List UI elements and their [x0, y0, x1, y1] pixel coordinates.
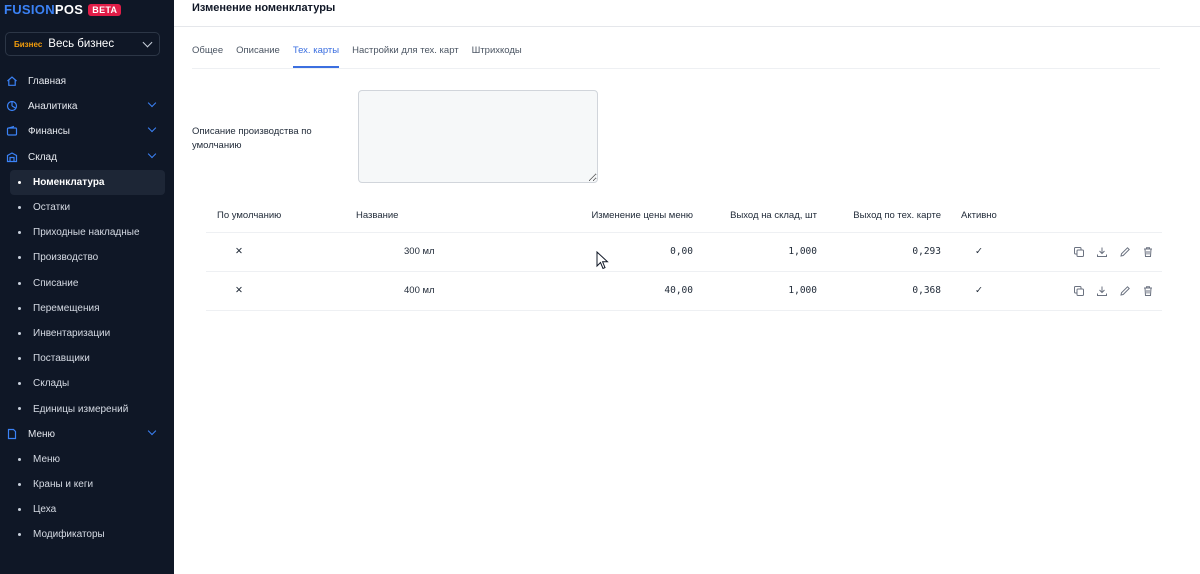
copy-icon[interactable]: [1073, 246, 1085, 258]
tech-cards-table: По умолчанию Название Изменение цены мен…: [206, 200, 1162, 311]
default-off-icon[interactable]: ✕: [206, 231, 356, 271]
sidebar-item-invoices[interactable]: Приходные накладные: [0, 220, 174, 245]
tab-barcodes[interactable]: Штрихкоды: [472, 44, 522, 68]
sidebar-item-writeoff[interactable]: Списание: [0, 271, 174, 296]
active-check-icon: ✓: [941, 231, 1021, 271]
sidebar-item-inventories[interactable]: Инвентаризации: [0, 321, 174, 346]
trash-icon[interactable]: [1142, 246, 1154, 258]
sidebar-item-nomenclature[interactable]: Номенклатура: [10, 169, 165, 195]
wallet-icon: [6, 126, 18, 136]
analytics-icon: [6, 101, 18, 112]
brand-name-part2: POS: [54, 2, 84, 17]
sidebar-item-menu-list[interactable]: Меню: [0, 447, 174, 472]
chevron-down-icon: [142, 37, 153, 48]
divider: [192, 68, 1160, 69]
brand-logo[interactable]: FUSIONPOS BETA: [4, 0, 174, 18]
column-header-actions: [1021, 200, 1162, 232]
sidebar-item-production[interactable]: Производство: [0, 245, 174, 270]
trash-icon[interactable]: [1142, 285, 1154, 297]
column-header-active[interactable]: Активно: [941, 200, 1021, 232]
table-header-row: По умолчанию Название Изменение цены мен…: [206, 200, 1162, 232]
row-actions: [1021, 285, 1162, 297]
price-change-value: 0,00: [536, 231, 693, 271]
brand-name-part1: FUSION: [4, 2, 55, 17]
column-header-price-change[interactable]: Изменение цены меню: [536, 200, 693, 232]
sidebar-item-transfers[interactable]: Перемещения: [0, 296, 174, 321]
download-icon[interactable]: [1096, 285, 1108, 297]
sidebar-item-menu[interactable]: Меню: [0, 422, 174, 447]
column-header-warehouse-out[interactable]: Выход на склад, шт: [693, 200, 817, 232]
table-row[interactable]: ✕ 400 мл 40,00 1,000 0,368 ✓: [206, 270, 1162, 311]
sidebar-item-stock[interactable]: Остатки: [0, 195, 174, 220]
download-icon[interactable]: [1096, 246, 1108, 258]
edit-icon[interactable]: [1119, 285, 1131, 297]
sidebar-item-workshops[interactable]: Цеха: [0, 497, 174, 522]
table-row[interactable]: ✕ 300 мл 0,00 1,000 0,293 ✓: [206, 231, 1162, 271]
home-icon: [7, 76, 17, 86]
production-description-label: Описание производства по умолчанию: [192, 126, 312, 151]
sidebar: FUSIONPOS BETA Бизнес Весь бизнес Главна…: [0, 0, 174, 574]
chevron-down-icon: [147, 98, 157, 108]
techcard-name: 300 мл: [356, 231, 536, 271]
beta-badge: BETA: [88, 3, 122, 16]
business-select[interactable]: Бизнес Весь бизнес: [5, 32, 160, 56]
business-select-value: Весь бизнес: [48, 38, 115, 50]
column-header-techcard-out[interactable]: Выход по тех. карте: [817, 200, 941, 232]
sidebar-item-modifiers[interactable]: Модификаторы: [0, 522, 174, 547]
tabs: Общее Описание Тех. карты Настройки для …: [192, 44, 535, 68]
edit-icon[interactable]: [1119, 246, 1131, 258]
column-header-default[interactable]: По умолчанию: [206, 200, 356, 232]
tab-general[interactable]: Общее: [192, 44, 223, 68]
sidebar-item-warehouses[interactable]: Склады: [0, 371, 174, 396]
chevron-down-icon: [147, 124, 157, 133]
warehouse-out-value: 1,000: [693, 270, 817, 311]
sidebar-item-units[interactable]: Единицы измерений: [0, 396, 174, 421]
sidebar-item-analytics[interactable]: Аналитика: [0, 94, 174, 119]
techcard-name: 400 мл: [356, 270, 536, 311]
mouse-cursor-icon: [596, 251, 609, 270]
sidebar-item-home[interactable]: Главная: [0, 69, 174, 94]
column-header-name[interactable]: Название: [356, 200, 536, 232]
chevron-down-icon: [147, 149, 157, 158]
active-check-icon: ✓: [941, 270, 1021, 311]
row-actions: [1021, 246, 1162, 258]
business-tag: Бизнес: [14, 39, 43, 49]
production-description-input[interactable]: [358, 90, 598, 183]
sidebar-item-finance[interactable]: Финансы: [0, 119, 174, 144]
warehouse-icon: [6, 151, 18, 162]
copy-icon[interactable]: [1073, 285, 1085, 297]
tab-tech-cards[interactable]: Тех. карты: [292, 44, 340, 68]
price-change-value: 40,00: [536, 270, 693, 311]
techcard-out-value: 0,293: [817, 231, 941, 271]
page-title: Изменение номенклатуры: [192, 2, 336, 14]
warehouse-out-value: 1,000: [693, 231, 817, 271]
document-icon: [7, 428, 17, 439]
tab-tech-card-settings[interactable]: Настройки для тех. карт: [352, 44, 459, 68]
tab-description[interactable]: Описание: [236, 44, 280, 68]
sidebar-item-warehouse[interactable]: Склад: [0, 145, 174, 170]
main-content: Изменение номенклатуры Общее Описание Те…: [174, 0, 1200, 574]
default-off-icon[interactable]: ✕: [206, 270, 356, 311]
divider: [174, 26, 1200, 27]
chevron-down-icon: [147, 426, 157, 435]
sidebar-item-suppliers[interactable]: Поставщики: [0, 346, 174, 371]
sidebar-nav: Главная Аналитика Финансы Склад Номенкла…: [0, 69, 174, 548]
techcard-out-value: 0,368: [817, 270, 941, 311]
sidebar-item-taps-kegs[interactable]: Краны и кеги: [0, 472, 174, 497]
